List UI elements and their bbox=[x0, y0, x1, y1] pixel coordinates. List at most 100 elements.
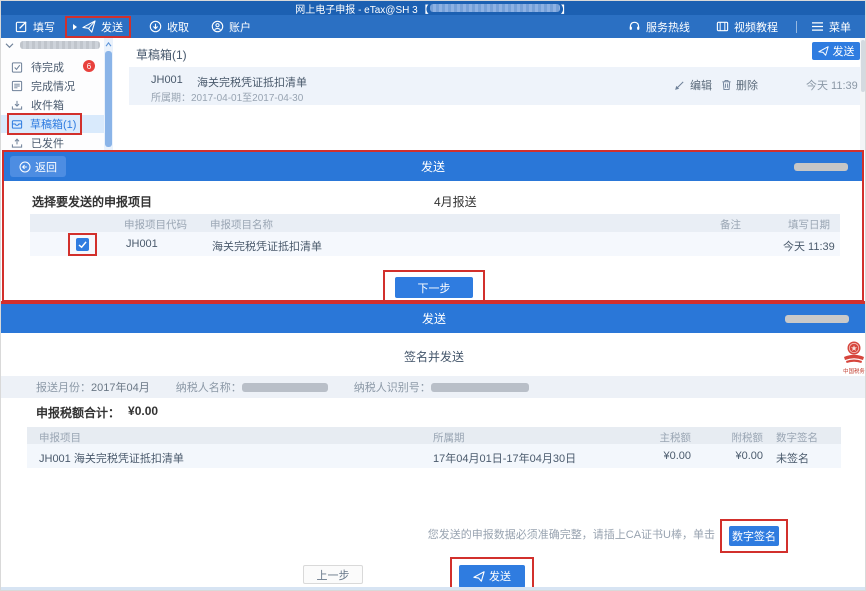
final-send-button[interactable]: 发送 bbox=[459, 565, 525, 588]
row-name: 海关完税凭证抵扣清单 bbox=[212, 238, 322, 254]
sidebar-item-inbox[interactable]: 收件箱 bbox=[1, 96, 104, 114]
report-info-strip: 报送月份： 2017年04月 纳税人名称： 纳税人识别号： bbox=[1, 376, 866, 398]
draft-item-time: 今天 11:39 bbox=[806, 77, 858, 93]
next-button-label: 下一步 bbox=[418, 280, 451, 296]
nav-receive[interactable]: 收取 bbox=[149, 19, 189, 35]
send-panel-title: 发送 bbox=[4, 152, 862, 181]
select-section-title: 选择要发送的申报项目 bbox=[32, 193, 152, 210]
sidebar-item-progress-label: 完成情况 bbox=[31, 78, 75, 94]
edit-link[interactable]: 编辑 bbox=[674, 77, 712, 93]
sidebar-scrollbar[interactable] bbox=[104, 38, 113, 150]
row-checkbox[interactable] bbox=[76, 238, 89, 251]
sidebar-item-sent-label: 已发件 bbox=[31, 135, 64, 151]
emblem-caption: 中国税务 bbox=[842, 366, 865, 374]
drafts-screen: 待完成 6 完成情况 收件箱 草稿箱(1) bbox=[1, 38, 866, 150]
sign-and-send-title: 签名并发送 bbox=[1, 348, 866, 365]
drafts-title: 草稿箱(1) bbox=[136, 46, 187, 63]
scroll-up-arrow-icon[interactable] bbox=[104, 38, 113, 50]
app-window: 网上电子申报 - eTax@SH 3 【 】 填写 发送 收取 bbox=[0, 0, 866, 591]
col-sub-tax: 附税额 bbox=[693, 430, 763, 445]
report-month-label: 报送月份： bbox=[36, 379, 91, 395]
nav-menu-label: 菜单 bbox=[829, 19, 851, 35]
previous-button[interactable]: 上一步 bbox=[303, 565, 363, 584]
draft-item-period: 所属期：2017-04-01至2017-04-30 bbox=[151, 89, 303, 104]
nav-menu[interactable]: 菜单 bbox=[811, 19, 851, 35]
draft-item-name: 海关完税凭证抵扣清单 bbox=[197, 74, 307, 90]
draft-list-item[interactable]: JH001 海关完税凭证抵扣清单 所属期：2017-04-01至2017-04-… bbox=[129, 67, 860, 105]
send-table-header: 申报项目代码 申报项目名称 备注 填写日期 bbox=[30, 214, 840, 232]
nav-hotline-label: 服务热线 bbox=[646, 19, 690, 35]
digital-sign-button[interactable]: 数字签名 bbox=[729, 526, 779, 546]
sidebar-item-progress[interactable]: 完成情况 bbox=[1, 77, 104, 95]
next-button-highlight: 下一步 bbox=[383, 270, 485, 305]
col-remark: 备注 bbox=[720, 217, 741, 232]
sidebar-scroll-thumb[interactable] bbox=[105, 51, 112, 147]
previous-button-label: 上一步 bbox=[317, 567, 350, 583]
document-lines-icon bbox=[11, 80, 23, 92]
nav-send-highlight: 发送 bbox=[65, 16, 131, 38]
bracket-close: 】 bbox=[561, 1, 571, 16]
nav-hotline[interactable]: 服务热线 bbox=[628, 19, 690, 35]
col-main-tax: 主税额 bbox=[621, 430, 691, 445]
col-period: 所属期 bbox=[433, 430, 465, 445]
paper-plane-icon bbox=[818, 46, 829, 56]
col-name: 申报项目名称 bbox=[210, 217, 273, 232]
sidebar-item-drafts-label: 草稿箱(1) bbox=[30, 116, 76, 132]
nav-video-label: 视频教程 bbox=[734, 19, 778, 35]
paper-plane-icon bbox=[473, 571, 485, 582]
cursor-dot-icon bbox=[73, 24, 77, 30]
ca-hint-text: 您发送的申报数据必须准确完整，请插上CA证书U棒，单击 bbox=[1, 526, 715, 542]
sign-table-row[interactable]: JH001 海关完税凭证抵扣清单 17年04月01日-17年04月30日 ¥0.… bbox=[27, 444, 841, 468]
nav-account[interactable]: 账户 bbox=[211, 19, 251, 35]
nav-send-label: 发送 bbox=[101, 19, 123, 35]
china-tax-emblem-icon: 中国税务 bbox=[841, 340, 866, 375]
drafts-send-button[interactable]: 发送 bbox=[812, 42, 860, 60]
headset-icon bbox=[628, 20, 641, 33]
sign-panel-header: 发送 bbox=[1, 304, 866, 333]
nav-video[interactable]: 视频教程 bbox=[716, 19, 778, 35]
month-report-label: 4月报送 bbox=[434, 193, 477, 210]
nav-divider bbox=[796, 21, 797, 33]
sign-table-header: 申报项目 所属期 主税额 附税额 数字签名 bbox=[27, 427, 841, 444]
delete-link[interactable]: 删除 bbox=[721, 77, 758, 93]
content-scroll-thumb[interactable] bbox=[861, 40, 865, 92]
inbox-down-icon bbox=[11, 99, 23, 111]
row-sub-tax: ¥0.00 bbox=[693, 450, 763, 462]
row-period: 17年04月01日-17年04月30日 bbox=[433, 450, 576, 466]
final-send-button-label: 发送 bbox=[489, 568, 511, 584]
content-scrollbar[interactable] bbox=[860, 38, 866, 150]
nav-fill[interactable]: 填写 bbox=[15, 19, 55, 35]
total-tax-value: ¥0.00 bbox=[128, 404, 158, 421]
sidebar-item-todo[interactable]: 待完成 6 bbox=[1, 58, 104, 76]
sidebar-item-inbox-label: 收件箱 bbox=[31, 97, 64, 113]
todo-count-badge: 6 bbox=[83, 60, 95, 72]
redacted-taxpayer-name bbox=[20, 41, 100, 49]
redacted-company-name bbox=[430, 4, 560, 12]
sidebar-item-drafts[interactable]: 草稿箱(1) bbox=[1, 115, 104, 133]
row-code: JH001 bbox=[126, 238, 158, 250]
next-button[interactable]: 下一步 bbox=[395, 277, 473, 298]
row-sign-status: 未签名 bbox=[776, 450, 809, 466]
redacted-taxpayer-name bbox=[242, 383, 328, 392]
send-table-row[interactable]: JH001 海关完税凭证抵扣清单 今天 11:39 bbox=[30, 232, 840, 256]
nav-account-label: 账户 bbox=[229, 19, 251, 35]
hamburger-menu-icon bbox=[811, 21, 824, 32]
draft-item-code: JH001 bbox=[151, 74, 183, 86]
redacted-header-info bbox=[794, 163, 848, 171]
col-date: 填写日期 bbox=[788, 217, 830, 232]
nav-send[interactable]: 发送 bbox=[73, 19, 123, 35]
digital-sign-button-label: 数字签名 bbox=[732, 528, 776, 544]
row-main-tax: ¥0.00 bbox=[621, 450, 691, 462]
col-item: 申报项目 bbox=[39, 430, 81, 445]
trash-icon bbox=[721, 79, 732, 91]
chevron-down-icon bbox=[5, 42, 14, 49]
edit-link-label: 编辑 bbox=[690, 77, 712, 93]
sign-send-screen: 发送 签名并发送 中国税务 报送月份： 2017年04月 纳税人名称： 纳税人识… bbox=[1, 304, 866, 591]
sidebar-account-header[interactable] bbox=[5, 41, 100, 49]
delete-link-label: 删除 bbox=[736, 77, 758, 93]
send-panel-header: 返回 发送 bbox=[4, 152, 862, 181]
send-select-screen: 返回 发送 选择要发送的申报项目 4月报送 申报项目代码 申报项目名称 备注 填… bbox=[2, 150, 864, 302]
taxpayer-name-label: 纳税人名称： bbox=[176, 379, 242, 395]
total-tax-label: 申报税额合计： bbox=[36, 404, 120, 421]
col-code: 申报项目代码 bbox=[124, 217, 187, 232]
